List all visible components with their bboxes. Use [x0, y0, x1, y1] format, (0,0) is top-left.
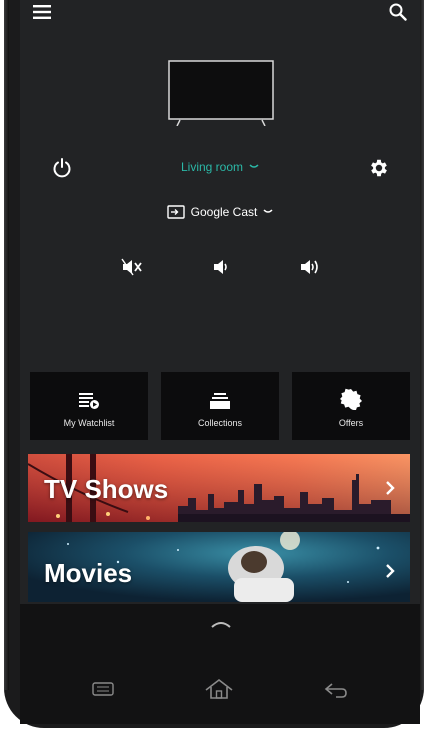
collections-tile[interactable]: Collections	[161, 372, 279, 440]
banner-title: TV Shows	[44, 474, 169, 504]
watchlist-tile[interactable]: My Watchlist	[30, 372, 148, 440]
gear-icon[interactable]	[366, 155, 392, 181]
tv-device-icon	[168, 60, 274, 127]
power-icon[interactable]	[50, 156, 74, 180]
cast-icon	[166, 205, 185, 219]
watchlist-icon	[79, 393, 99, 409]
volume-down-icon[interactable]	[208, 256, 234, 278]
tile-label: Collections	[197, 418, 243, 428]
bottom-panel	[20, 604, 420, 724]
hamburger-menu-icon[interactable]	[30, 2, 54, 22]
app-screen: Living room Google Cast My Watchlist Col…	[20, 0, 420, 604]
tile-label: Offers	[338, 418, 364, 428]
room-name: Living room	[180, 160, 244, 174]
cast-selector[interactable]: Google Cast	[160, 202, 280, 222]
chevron-down-icon	[249, 164, 259, 168]
tv-shows-banner[interactable]: TV Shows	[28, 454, 410, 522]
banner-title: Movies	[44, 558, 133, 588]
volume-mute-icon[interactable]	[118, 256, 146, 278]
phone-frame: Living room Google Cast My Watchlist Col…	[0, 0, 428, 732]
chevron-right-icon	[386, 564, 395, 578]
chevron-right-icon	[386, 481, 395, 495]
movies-banner[interactable]: Movies	[28, 532, 410, 602]
bezel-left-edge	[4, 0, 9, 690]
home-icon[interactable]	[204, 678, 234, 705]
collections-icon	[210, 393, 230, 409]
chevron-up-icon[interactable]	[210, 616, 232, 634]
back-icon[interactable]	[324, 682, 348, 703]
volume-up-icon[interactable]	[296, 256, 324, 278]
offers-badge-icon	[340, 388, 362, 410]
chevron-down-icon	[263, 209, 273, 213]
recent-apps-icon[interactable]	[92, 682, 114, 701]
offers-tile[interactable]: Offers	[292, 372, 410, 440]
tile-label: My Watchlist	[63, 418, 115, 428]
search-icon[interactable]	[386, 1, 410, 23]
room-selector[interactable]: Living room	[170, 158, 270, 176]
cast-label: Google Cast	[190, 205, 258, 219]
